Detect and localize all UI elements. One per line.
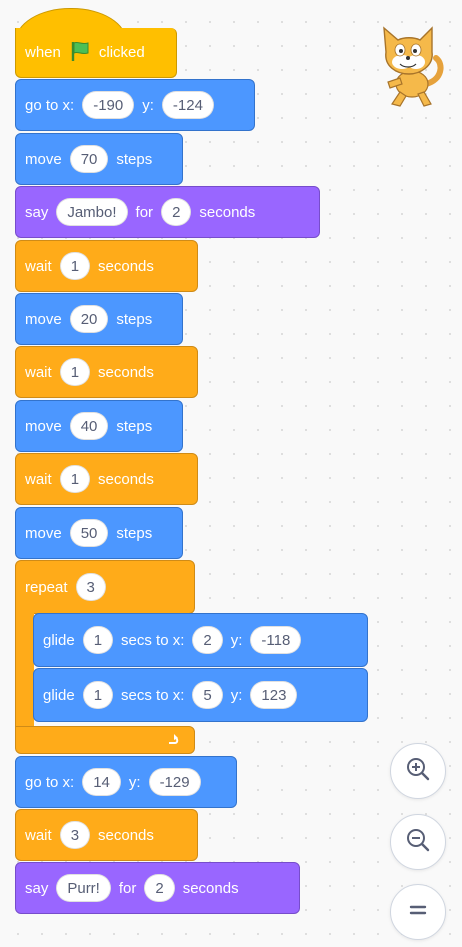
say-label: say xyxy=(25,203,49,221)
seconds-label: seconds xyxy=(98,470,154,488)
move-label: move xyxy=(25,524,62,542)
zoom-in-button[interactable] xyxy=(390,743,446,799)
go-to-x-label: go to x: xyxy=(25,773,75,791)
repeat-block-foot xyxy=(15,726,195,754)
move-label: move xyxy=(25,417,62,435)
repeat-block[interactable]: repeat 3 xyxy=(15,560,195,614)
seconds-label: seconds xyxy=(98,826,154,844)
x-input[interactable]: 14 xyxy=(82,768,121,796)
x-input[interactable]: -190 xyxy=(82,91,135,119)
message-input[interactable]: Jambo! xyxy=(56,198,128,226)
secs-to-x-label: secs to x: xyxy=(121,686,185,704)
steps-input[interactable]: 40 xyxy=(69,412,109,440)
zoom-out-button[interactable] xyxy=(390,814,446,870)
y-input[interactable]: -124 xyxy=(161,91,214,119)
wait-block[interactable]: wait 1 seconds xyxy=(15,453,198,505)
move-steps-block[interactable]: move 70 steps xyxy=(15,133,183,185)
steps-input[interactable]: 70 xyxy=(69,145,109,173)
steps-input[interactable]: 50 xyxy=(69,519,109,547)
secs-input[interactable]: 2 xyxy=(161,198,192,226)
green-flag-icon xyxy=(69,40,91,66)
steps-label: steps xyxy=(116,524,153,542)
seconds-label: seconds xyxy=(182,879,239,897)
x-input[interactable]: 2 xyxy=(192,626,223,654)
zoom-reset-button[interactable] xyxy=(390,884,446,940)
say-for-secs-block[interactable]: say Purr! for 2 seconds xyxy=(15,862,300,914)
y-input[interactable]: -118 xyxy=(250,626,302,654)
clicked-label: clicked xyxy=(98,44,145,61)
wait-block[interactable]: wait 3 seconds xyxy=(15,809,198,861)
when-flag-clicked-block[interactable]: when clicked xyxy=(15,28,177,78)
go-to-xy-block[interactable]: go to x: 14 y: -129 xyxy=(15,756,237,808)
say-for-secs-block[interactable]: say Jambo! for 2 seconds xyxy=(15,186,320,238)
zoom-in-icon xyxy=(405,756,431,787)
loop-arrow-icon xyxy=(166,730,182,750)
y-label: y: xyxy=(128,773,141,791)
wait-label: wait xyxy=(25,470,52,488)
glide-label: glide xyxy=(43,686,75,704)
wait-input[interactable]: 1 xyxy=(59,465,91,493)
x-input[interactable]: 5 xyxy=(192,681,223,709)
wait-input[interactable]: 3 xyxy=(59,821,91,849)
repeat-count-input[interactable]: 3 xyxy=(75,573,106,601)
go-to-x-label: go to x: xyxy=(25,96,75,114)
message-input[interactable]: Purr! xyxy=(56,874,111,902)
y-input[interactable]: -129 xyxy=(148,768,201,796)
steps-input[interactable]: 20 xyxy=(69,305,109,333)
glide-secs-input[interactable]: 1 xyxy=(82,626,114,654)
move-steps-block[interactable]: move 50 steps xyxy=(15,507,183,559)
cat-sprite-icon xyxy=(374,22,446,110)
wait-block[interactable]: wait 1 seconds xyxy=(15,346,198,398)
repeat-label: repeat xyxy=(25,578,68,596)
zoom-out-icon xyxy=(405,827,431,858)
wait-block[interactable]: wait 1 seconds xyxy=(15,240,198,292)
code-workspace[interactable]: when clicked go to x: -190 y: -124 move … xyxy=(0,0,462,947)
steps-label: steps xyxy=(116,310,153,328)
glide-label: glide xyxy=(43,631,75,649)
move-label: move xyxy=(25,310,62,328)
glide-secs-input[interactable]: 1 xyxy=(82,681,114,709)
for-label: for xyxy=(135,203,154,221)
secs-input[interactable]: 2 xyxy=(144,874,175,902)
move-steps-block[interactable]: move 20 steps xyxy=(15,293,183,345)
zoom-reset-icon xyxy=(407,899,429,926)
wait-label: wait xyxy=(25,257,52,275)
y-label: y: xyxy=(230,686,243,704)
glide-to-xy-block[interactable]: glide 1 secs to x: 2 y: -118 xyxy=(33,613,368,667)
move-steps-block[interactable]: move 40 steps xyxy=(15,400,183,452)
wait-input[interactable]: 1 xyxy=(59,358,91,386)
secs-to-x-label: secs to x: xyxy=(121,631,185,649)
y-input[interactable]: 123 xyxy=(250,681,298,709)
wait-label: wait xyxy=(25,363,52,381)
for-label: for xyxy=(118,879,137,897)
say-label: say xyxy=(25,879,49,897)
move-label: move xyxy=(25,150,62,168)
seconds-label: seconds xyxy=(98,257,154,275)
steps-label: steps xyxy=(116,417,153,435)
glide-to-xy-block[interactable]: glide 1 secs to x: 5 y: 123 xyxy=(33,668,368,722)
y-label: y: xyxy=(142,96,154,114)
seconds-label: seconds xyxy=(199,203,256,221)
y-label: y: xyxy=(230,631,243,649)
wait-input[interactable]: 1 xyxy=(59,252,91,280)
repeat-block-arm xyxy=(15,612,34,728)
seconds-label: seconds xyxy=(98,363,154,381)
go-to-xy-block[interactable]: go to x: -190 y: -124 xyxy=(15,79,255,131)
steps-label: steps xyxy=(116,150,153,168)
when-label: when xyxy=(25,44,61,61)
wait-label: wait xyxy=(25,826,52,844)
